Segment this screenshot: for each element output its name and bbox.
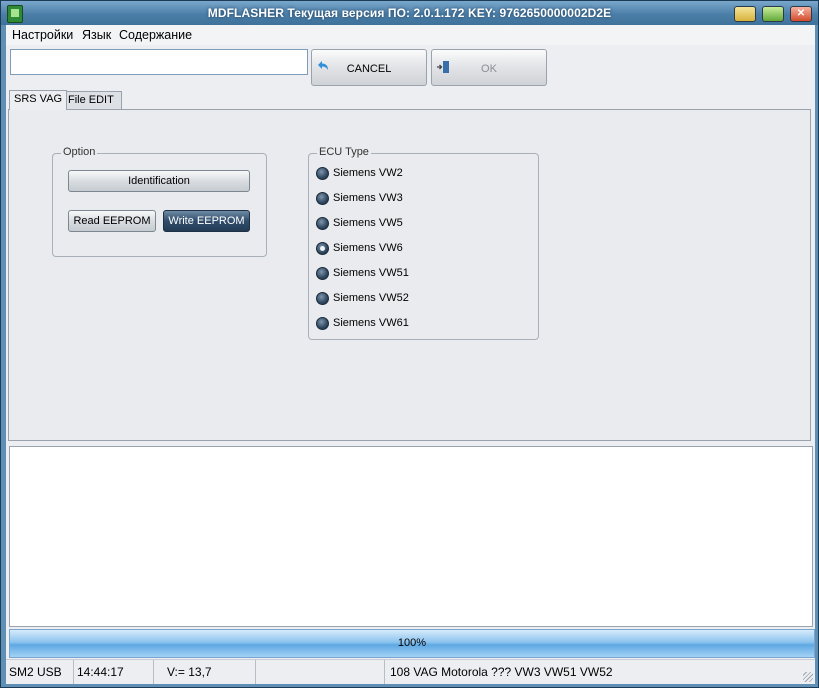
menu-bar: Настройки Язык Содержание	[6, 25, 815, 45]
read-eeprom-button[interactable]: Read EEPROM	[68, 210, 156, 232]
radio-button-icon[interactable]	[316, 217, 329, 230]
status-connection: SM2 USB	[6, 660, 74, 684]
write-eeprom-button[interactable]: Write EEPROM	[163, 210, 250, 232]
status-time: 14:44:17	[74, 660, 154, 684]
status-voltage: V:= 13,7	[164, 660, 256, 684]
command-input[interactable]	[10, 49, 308, 75]
menu-language[interactable]: Язык	[82, 28, 111, 42]
ecu-label: Siemens VW3	[333, 192, 403, 204]
status-empty	[256, 660, 385, 684]
radio-button-icon[interactable]	[316, 192, 329, 205]
radio-button-checked-icon[interactable]	[316, 242, 329, 255]
window-title: MDFLASHER Текущая версия ПО: 2.0.1.172 K…	[207, 6, 612, 20]
ecu-label: Siemens VW2	[333, 167, 403, 179]
title-bar[interactable]: MDFLASHER Текущая версия ПО: 2.0.1.172 K…	[1, 1, 818, 25]
resize-grip-icon[interactable]	[803, 672, 813, 682]
app-window: MDFLASHER Текущая версия ПО: 2.0.1.172 K…	[0, 0, 819, 688]
identification-button[interactable]: Identification	[68, 170, 250, 192]
status-info: 108 VAG Motorola ??? VW3 VW51 VW52	[390, 665, 613, 679]
ecu-label: Siemens VW52	[333, 292, 409, 304]
menu-settings[interactable]: Настройки	[12, 28, 73, 42]
ok-label: OK	[481, 63, 497, 75]
tab-srs-vag[interactable]: SRS VAG	[9, 90, 67, 110]
minimize-button[interactable]	[734, 6, 756, 22]
status-bar: SM2 USB 14:44:17 V:= 13,7 108 VAG Motoro…	[6, 659, 815, 684]
client-area: Настройки Язык Содержание CANCEL OK SRS …	[6, 25, 815, 684]
cancel-label: CANCEL	[346, 63, 392, 75]
option-group: Option Identification Read EEPROM Write …	[52, 146, 267, 257]
radio-button-icon[interactable]	[316, 292, 329, 305]
ecu-type-group: ECU Type Siemens VW2 Siemens VW3 Siemens…	[308, 146, 539, 340]
ecu-label: Siemens VW5	[333, 217, 403, 229]
close-button[interactable]: ✕	[790, 6, 812, 22]
cancel-button[interactable]: CANCEL	[311, 49, 427, 86]
ecu-type-group-title: ECU Type	[317, 146, 371, 158]
menu-contents[interactable]: Содержание	[119, 28, 192, 42]
ecu-label: Siemens VW51	[333, 267, 409, 279]
srs-vag-panel: Option Identification Read EEPROM Write …	[8, 109, 811, 441]
log-output[interactable]	[9, 446, 813, 627]
close-icon: ✕	[796, 8, 806, 19]
option-group-title: Option	[61, 146, 98, 158]
ecu-label: Siemens VW6	[333, 242, 403, 254]
ecu-label: Siemens VW61	[333, 317, 409, 329]
ok-button[interactable]: OK	[431, 49, 547, 86]
radio-button-icon[interactable]	[316, 317, 329, 330]
radio-button-icon[interactable]	[316, 167, 329, 180]
progress-label: 100%	[397, 637, 427, 649]
radio-button-icon[interactable]	[316, 267, 329, 280]
tab-file-edit[interactable]: File EDIT	[63, 91, 122, 109]
maximize-button[interactable]	[762, 6, 784, 22]
progress-bar: 100%	[9, 629, 815, 658]
